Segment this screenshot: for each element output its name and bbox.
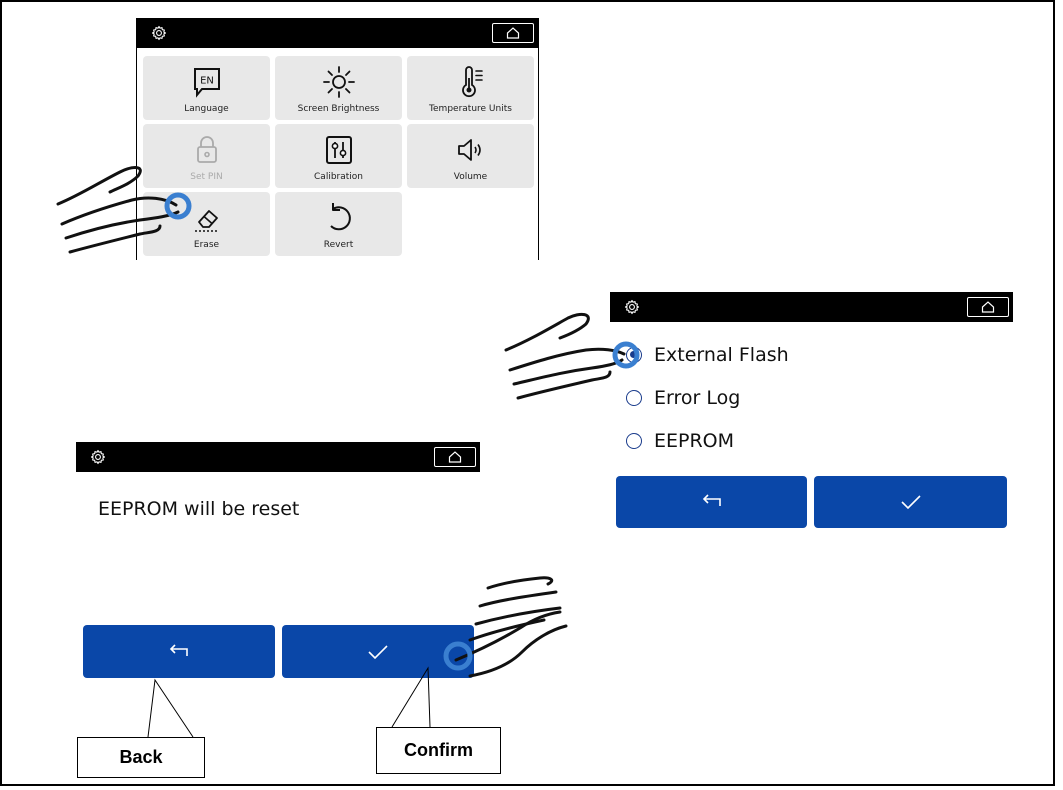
back-callout-leader [147,678,194,738]
touch-indicator [612,341,640,369]
pointing-hand-icon [454,576,568,678]
touch-indicator [164,192,192,220]
annotation-overlay [56,166,640,738]
confirm-callout-label: Confirm [376,727,501,774]
pointing-hand-icon [56,166,180,254]
confirm-callout-leader [391,666,431,728]
back-callout-label: Back [77,737,205,778]
pointing-hand-icon [504,312,626,400]
